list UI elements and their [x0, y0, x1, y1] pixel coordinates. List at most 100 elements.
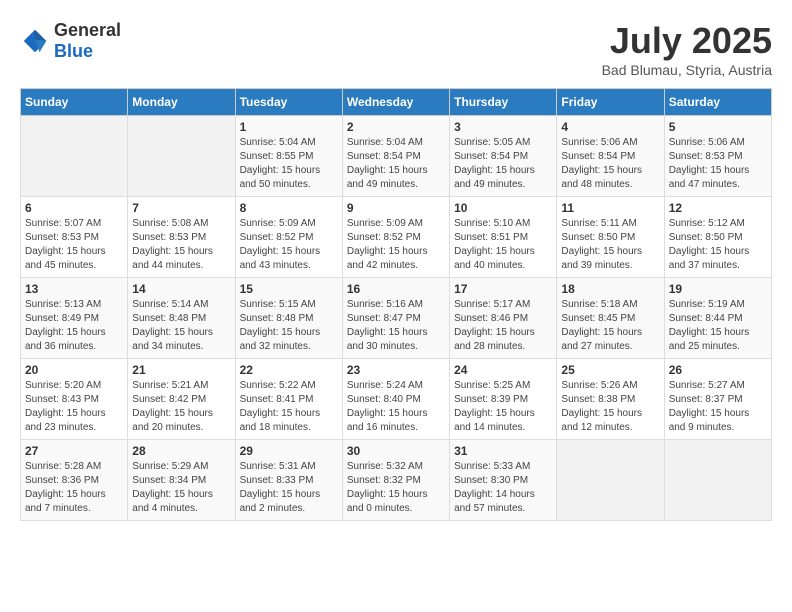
- cell-content: Sunrise: 5:21 AMSunset: 8:42 PMDaylight:…: [132, 379, 230, 435]
- calendar-cell: 27 Sunrise: 5:28 AMSunset: 8:36 PMDayligh…: [21, 440, 128, 521]
- cell-content: Sunrise: 5:31 AMSunset: 8:33 PMDaylight:…: [240, 460, 338, 516]
- weekday-header: Tuesday: [235, 89, 342, 116]
- cell-content: Sunrise: 5:06 AMSunset: 8:54 PMDaylight:…: [561, 136, 659, 192]
- logo-text: General Blue: [54, 20, 121, 62]
- day-number: 27: [25, 444, 123, 458]
- cell-content: Sunrise: 5:06 AMSunset: 8:53 PMDaylight:…: [669, 136, 767, 192]
- month-title: July 2025: [602, 20, 772, 62]
- calendar-cell: 11 Sunrise: 5:11 AMSunset: 8:50 PMDayligh…: [557, 197, 664, 278]
- calendar-cell: 3Sunrise: 5:05 AMSunset: 8:54 PMDaylight…: [450, 116, 557, 197]
- day-number: 10: [454, 201, 552, 215]
- calendar-cell: 4Sunrise: 5:06 AMSunset: 8:54 PMDaylight…: [557, 116, 664, 197]
- calendar-cell: 20Sunrise: 5:20 AMSunset: 8:43 PMDayligh…: [21, 359, 128, 440]
- weekday-header: Friday: [557, 89, 664, 116]
- cell-content: Sunrise: 5:28 AMSunset: 8:36 PMDaylight:…: [25, 460, 123, 516]
- cell-content: Sunrise: 5:13 AMSunset: 8:49 PMDaylight:…: [25, 298, 123, 354]
- calendar-table: SundayMondayTuesdayWednesdayThursdayFrid…: [20, 88, 772, 521]
- logo-icon: [20, 26, 50, 56]
- calendar-cell: 15 Sunrise: 5:15 AMSunset: 8:48 PMDayligh…: [235, 278, 342, 359]
- cell-content: Sunrise: 5:09 AMSunset: 8:52 PMDaylight:…: [347, 217, 445, 273]
- calendar-cell: 7Sunrise: 5:08 AMSunset: 8:53 PMDaylight…: [128, 197, 235, 278]
- day-number: 20: [25, 363, 123, 377]
- calendar-week-row: 13 Sunrise: 5:13 AMSunset: 8:49 PMDayligh…: [21, 278, 772, 359]
- day-number: 29: [240, 444, 338, 458]
- calendar-cell: 23 Sunrise: 5:24 AMSunset: 8:40 PMDayligh…: [342, 359, 449, 440]
- calendar-cell: 30Sunrise: 5:32 AMSunset: 8:32 PMDayligh…: [342, 440, 449, 521]
- calendar-week-row: 20Sunrise: 5:20 AMSunset: 8:43 PMDayligh…: [21, 359, 772, 440]
- day-number: 23: [347, 363, 445, 377]
- page-header: General Blue July 2025 Bad Blumau, Styri…: [20, 20, 772, 78]
- logo-general: General: [54, 20, 121, 40]
- day-number: 17: [454, 282, 552, 296]
- calendar-week-row: 27 Sunrise: 5:28 AMSunset: 8:36 PMDayligh…: [21, 440, 772, 521]
- cell-content: Sunrise: 5:16 AMSunset: 8:47 PMDaylight:…: [347, 298, 445, 354]
- day-number: 24: [454, 363, 552, 377]
- calendar-cell: 25 Sunrise: 5:26 AMSunset: 8:38 PMDayligh…: [557, 359, 664, 440]
- day-number: 2: [347, 120, 445, 134]
- cell-content: Sunrise: 5:24 AMSunset: 8:40 PMDaylight:…: [347, 379, 445, 435]
- calendar-header: SundayMondayTuesdayWednesdayThursdayFrid…: [21, 89, 772, 116]
- calendar-cell: 31 Sunrise: 5:33 AMSunset: 8:30 PMDayligh…: [450, 440, 557, 521]
- calendar-cell: [557, 440, 664, 521]
- calendar-cell: 14Sunrise: 5:14 AMSunset: 8:48 PMDayligh…: [128, 278, 235, 359]
- cell-content: Sunrise: 5:07 AMSunset: 8:53 PMDaylight:…: [25, 217, 123, 273]
- calendar-week-row: 6 Sunrise: 5:07 AMSunset: 8:53 PMDaylight…: [21, 197, 772, 278]
- cell-content: Sunrise: 5:09 AMSunset: 8:52 PMDaylight:…: [240, 217, 338, 273]
- weekday-header: Saturday: [664, 89, 771, 116]
- cell-content: Sunrise: 5:19 AMSunset: 8:44 PMDaylight:…: [669, 298, 767, 354]
- weekday-header: Monday: [128, 89, 235, 116]
- cell-content: Sunrise: 5:29 AMSunset: 8:34 PMDaylight:…: [132, 460, 230, 516]
- calendar-cell: 24Sunrise: 5:25 AMSunset: 8:39 PMDayligh…: [450, 359, 557, 440]
- day-number: 8: [240, 201, 338, 215]
- weekday-header: Sunday: [21, 89, 128, 116]
- day-number: 14: [132, 282, 230, 296]
- calendar-body: 1 Sunrise: 5:04 AMSunset: 8:55 PMDaylight…: [21, 116, 772, 521]
- calendar-cell: 17 Sunrise: 5:17 AMSunset: 8:46 PMDayligh…: [450, 278, 557, 359]
- cell-content: Sunrise: 5:15 AMSunset: 8:48 PMDaylight:…: [240, 298, 338, 354]
- location-title: Bad Blumau, Styria, Austria: [602, 62, 772, 78]
- day-number: 9: [347, 201, 445, 215]
- cell-content: Sunrise: 5:04 AMSunset: 8:55 PMDaylight:…: [240, 136, 338, 192]
- logo-blue: Blue: [54, 41, 93, 61]
- day-number: 26: [669, 363, 767, 377]
- cell-content: Sunrise: 5:22 AMSunset: 8:41 PMDaylight:…: [240, 379, 338, 435]
- weekday-row: SundayMondayTuesdayWednesdayThursdayFrid…: [21, 89, 772, 116]
- calendar-cell: 5Sunrise: 5:06 AMSunset: 8:53 PMDaylight…: [664, 116, 771, 197]
- day-number: 19: [669, 282, 767, 296]
- cell-content: Sunrise: 5:10 AMSunset: 8:51 PMDaylight:…: [454, 217, 552, 273]
- day-number: 15: [240, 282, 338, 296]
- calendar-cell: [128, 116, 235, 197]
- day-number: 6: [25, 201, 123, 215]
- day-number: 18: [561, 282, 659, 296]
- day-number: 13: [25, 282, 123, 296]
- calendar-cell: 13 Sunrise: 5:13 AMSunset: 8:49 PMDayligh…: [21, 278, 128, 359]
- calendar-week-row: 1 Sunrise: 5:04 AMSunset: 8:55 PMDaylight…: [21, 116, 772, 197]
- calendar-cell: 1 Sunrise: 5:04 AMSunset: 8:55 PMDaylight…: [235, 116, 342, 197]
- day-number: 12: [669, 201, 767, 215]
- day-number: 25: [561, 363, 659, 377]
- calendar-cell: 26 Sunrise: 5:27 AMSunset: 8:37 PMDayligh…: [664, 359, 771, 440]
- cell-content: Sunrise: 5:33 AMSunset: 8:30 PMDaylight:…: [454, 460, 552, 516]
- calendar-cell: 9 Sunrise: 5:09 AMSunset: 8:52 PMDaylight…: [342, 197, 449, 278]
- day-number: 16: [347, 282, 445, 296]
- calendar-cell: 10 Sunrise: 5:10 AMSunset: 8:51 PMDayligh…: [450, 197, 557, 278]
- calendar-cell: 8 Sunrise: 5:09 AMSunset: 8:52 PMDaylight…: [235, 197, 342, 278]
- day-number: 11: [561, 201, 659, 215]
- calendar-cell: 21Sunrise: 5:21 AMSunset: 8:42 PMDayligh…: [128, 359, 235, 440]
- day-number: 31: [454, 444, 552, 458]
- calendar-cell: 28 Sunrise: 5:29 AMSunset: 8:34 PMDayligh…: [128, 440, 235, 521]
- logo: General Blue: [20, 20, 121, 62]
- cell-content: Sunrise: 5:11 AMSunset: 8:50 PMDaylight:…: [561, 217, 659, 273]
- day-number: 1: [240, 120, 338, 134]
- cell-content: Sunrise: 5:17 AMSunset: 8:46 PMDaylight:…: [454, 298, 552, 354]
- calendar-cell: [664, 440, 771, 521]
- cell-content: Sunrise: 5:04 AMSunset: 8:54 PMDaylight:…: [347, 136, 445, 192]
- cell-content: Sunrise: 5:18 AMSunset: 8:45 PMDaylight:…: [561, 298, 659, 354]
- cell-content: Sunrise: 5:27 AMSunset: 8:37 PMDaylight:…: [669, 379, 767, 435]
- cell-content: Sunrise: 5:05 AMSunset: 8:54 PMDaylight:…: [454, 136, 552, 192]
- day-number: 28: [132, 444, 230, 458]
- calendar-cell: 18 Sunrise: 5:18 AMSunset: 8:45 PMDayligh…: [557, 278, 664, 359]
- title-block: July 2025 Bad Blumau, Styria, Austria: [602, 20, 772, 78]
- cell-content: Sunrise: 5:26 AMSunset: 8:38 PMDaylight:…: [561, 379, 659, 435]
- day-number: 22: [240, 363, 338, 377]
